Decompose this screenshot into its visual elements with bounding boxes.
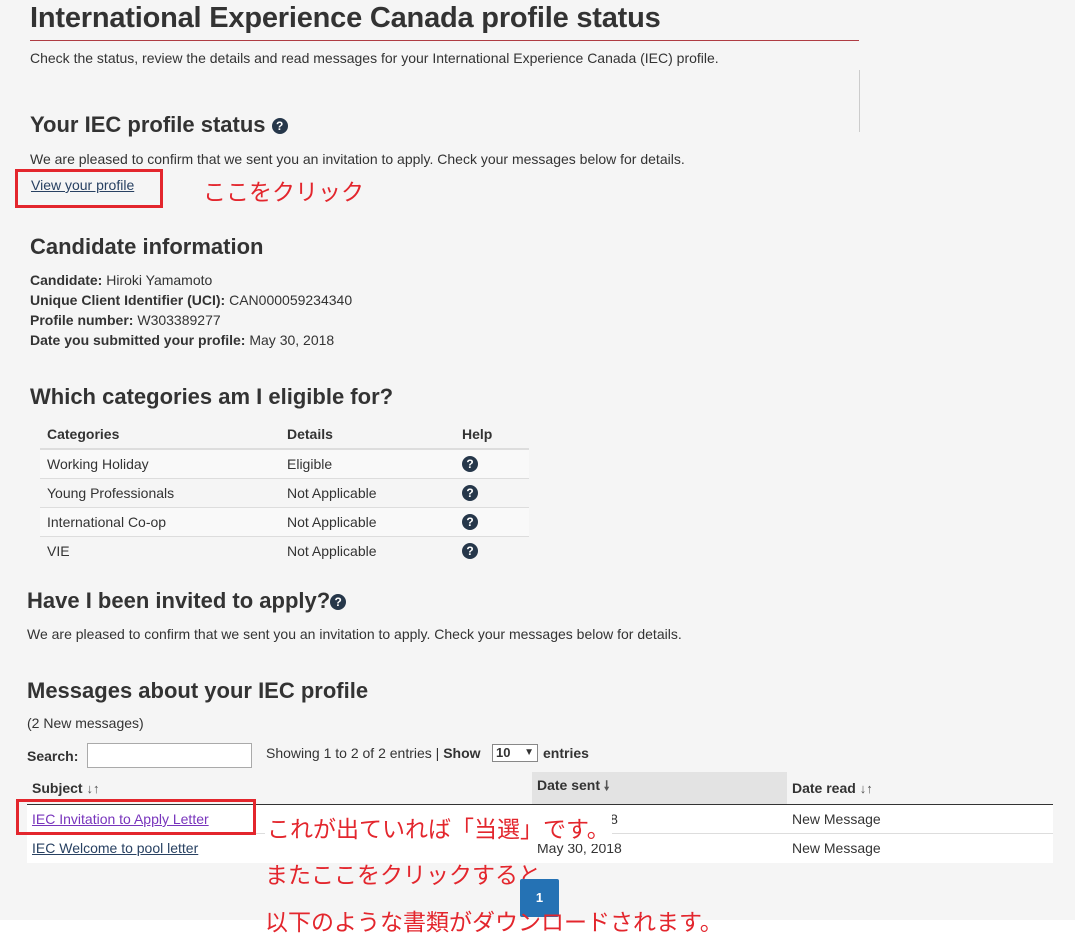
info-value: W303389277 (137, 312, 221, 328)
status-heading-text: Your IEC profile status (30, 112, 266, 137)
help-cell: ? (455, 448, 529, 478)
candidate-heading: Candidate information (30, 234, 264, 259)
info-label: Profile number: (30, 312, 134, 328)
col-subject-label: Subject (32, 780, 83, 796)
category-cell: International Co-op (40, 506, 280, 536)
table-header-row: Categories Details Help (40, 420, 529, 450)
categories-heading: Which categories am I eligible for? (30, 384, 394, 409)
table-row: Working Holiday Eligible ? (40, 448, 529, 478)
details-cell: Not Applicable (280, 477, 455, 507)
col-details: Details (280, 420, 455, 450)
chevron-down-icon: ▼ (524, 747, 534, 758)
info-label: Unique Client Identifier (UCI): (30, 292, 226, 308)
annotation-line-3: 以下のような書類がダウンロードされます。 (265, 910, 723, 936)
separator: | (435, 745, 440, 761)
search-label: Search: (27, 748, 79, 764)
page-title: International Experience Canada profile … (30, 2, 661, 34)
details-cell: Not Applicable (280, 506, 455, 536)
page-size-value: 10 (496, 745, 511, 760)
info-label: Date you submitted your profile: (30, 332, 246, 348)
annotation-line-2: またここをクリックすると (265, 863, 541, 889)
date-read-cell: New Message (787, 833, 1053, 863)
question-circle-icon[interactable]: ? (462, 485, 478, 502)
new-messages-count: (2 New messages) (27, 715, 144, 731)
welcome-letter-link[interactable]: IEC Welcome to pool letter (32, 840, 198, 856)
annotation-line-1: これが出ていれば「当選」です。 (265, 810, 612, 844)
page: International Experience Canada profile … (0, 0, 1075, 941)
page-lead: Check the status, review the details and… (30, 50, 719, 66)
info-label: Candidate: (30, 272, 103, 288)
question-circle-icon[interactable]: ? (462, 456, 478, 473)
table-row: International Co-op Not Applicable ? (40, 506, 529, 536)
col-date-sent-label: Date sent (537, 777, 601, 793)
details-cell: Eligible (280, 448, 455, 478)
status-heading: Your IEC profile status ? (30, 112, 288, 138)
sort-both-icon: ↓↑ (86, 781, 100, 796)
status-message: We are pleased to confirm that we sent y… (30, 151, 685, 167)
category-cell: VIE (40, 535, 280, 565)
help-cell: ? (455, 506, 529, 536)
info-value: CAN000059234340 (229, 292, 353, 308)
help-cell: ? (455, 535, 529, 565)
category-cell: Working Holiday (40, 448, 280, 478)
details-cell: Not Applicable (280, 535, 455, 565)
col-date-read-label: Date read (792, 780, 856, 796)
entries-label: entries (543, 745, 589, 761)
col-date-sent[interactable]: Date sent 🠗 (532, 772, 787, 805)
question-circle-icon[interactable]: ? (462, 514, 478, 531)
annotation-box-profile (15, 169, 163, 208)
side-divider (859, 70, 860, 132)
showing-text: Showing 1 to 2 of 2 entries (266, 745, 432, 761)
candidate-submitted-row: Date you submitted your profile: May 30,… (30, 332, 334, 348)
sort-both-icon: ↓↑ (859, 781, 873, 796)
col-help: Help (455, 420, 529, 450)
question-circle-icon[interactable]: ? (462, 543, 478, 560)
title-rule (30, 40, 859, 41)
col-categories: Categories (40, 420, 280, 450)
sort-desc-icon: 🠗 (603, 778, 610, 793)
help-cell: ? (455, 477, 529, 507)
info-value: Hiroki Yamamoto (106, 272, 213, 288)
question-circle-icon[interactable]: ? (330, 594, 347, 611)
candidate-uci-row: Unique Client Identifier (UCI): CAN00005… (30, 292, 352, 308)
annotation-click-here: ここをクリック (203, 180, 364, 206)
table-row: VIE Not Applicable ? (40, 535, 529, 565)
annotation-box-invitation (16, 799, 256, 835)
invited-heading: Have I been invited to apply?? (27, 588, 347, 614)
category-cell: Young Professionals (40, 477, 280, 507)
table-row: Young Professionals Not Applicable ? (40, 477, 529, 507)
candidate-profile-number-row: Profile number: W303389277 (30, 312, 221, 328)
invited-heading-text: Have I been invited to apply? (27, 588, 331, 613)
search-input[interactable] (87, 743, 252, 768)
invited-message: We are pleased to confirm that we sent y… (27, 626, 682, 642)
date-read-cell: New Message (787, 804, 1053, 834)
info-value: May 30, 2018 (249, 332, 335, 348)
candidate-name-row: Candidate: Hiroki Yamamoto (30, 272, 212, 288)
categories-table: Categories Details Help Working Holiday … (40, 420, 529, 565)
showing-info: Showing 1 to 2 of 2 entries | Show (266, 745, 481, 761)
show-label: Show (443, 745, 481, 761)
page-size-select[interactable]: 10 ▼ (492, 744, 538, 762)
messages-heading: Messages about your IEC profile (27, 678, 369, 703)
col-date-read[interactable]: Date read ↓↑ (787, 772, 1053, 805)
question-circle-icon[interactable]: ? (271, 118, 288, 135)
